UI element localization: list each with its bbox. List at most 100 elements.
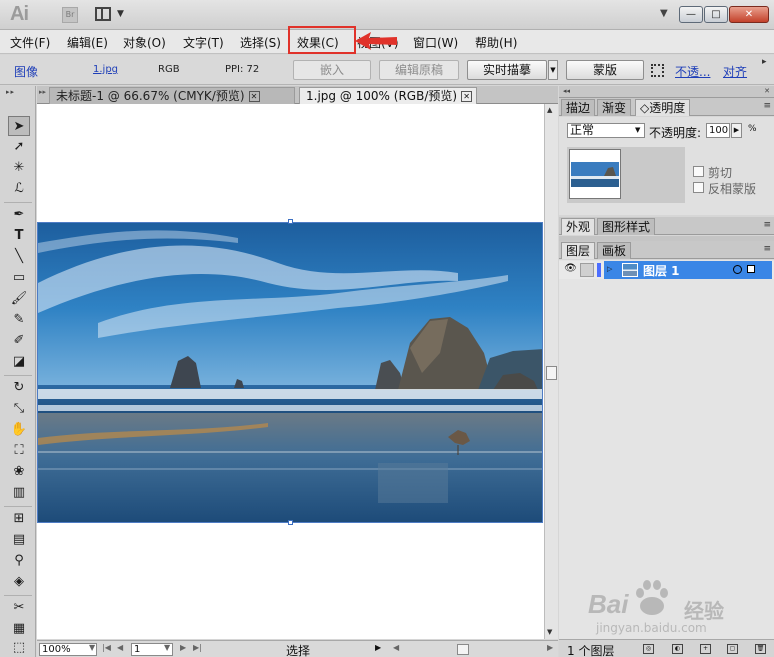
selection-tool-icon[interactable]: ➤ xyxy=(8,116,30,136)
opacity-stepper-icon[interactable]: ▶ xyxy=(731,123,742,138)
tab-stroke[interactable]: 描边 xyxy=(561,99,596,116)
mask-button[interactable]: 蒙版 xyxy=(566,60,644,80)
blob-brush-tool-icon[interactable]: ✐ xyxy=(8,331,30,351)
tab-layers[interactable]: 图层 xyxy=(561,242,596,259)
layer-name[interactable]: 图层 1 xyxy=(643,262,680,279)
maximize-button[interactable]: □ xyxy=(704,6,728,23)
tab-artboards[interactable]: 画板 xyxy=(597,242,632,259)
scroll-left-icon[interactable]: ◀ xyxy=(393,643,399,652)
first-artboard-icon[interactable]: |◀ xyxy=(102,643,111,652)
free-transform-tool-icon[interactable]: ⛶ xyxy=(8,441,30,461)
opacity-link[interactable]: 不透... xyxy=(675,63,710,80)
lock-toggle[interactable] xyxy=(580,263,594,277)
opacity-input[interactable]: 100 xyxy=(706,123,730,138)
invert-mask-checkbox[interactable] xyxy=(693,182,704,193)
menu-object[interactable]: 对象(O) xyxy=(123,34,166,51)
tab-appearance[interactable]: 外观 xyxy=(561,218,596,235)
align-link[interactable]: 对齐 xyxy=(723,63,747,80)
scroll-up-icon[interactable]: ▲ xyxy=(547,106,552,114)
object-thumbnail[interactable] xyxy=(569,149,621,199)
eyedropper-tool-icon[interactable]: ⚲ xyxy=(8,551,30,571)
rotate-tool-icon[interactable]: ↻ xyxy=(8,378,30,398)
clip-checkbox[interactable] xyxy=(693,166,704,177)
workspace-switcher-button[interactable]: ▼ xyxy=(95,7,125,23)
menu-edit[interactable]: 编辑(E) xyxy=(67,34,108,51)
menu-type[interactable]: 文字(T) xyxy=(183,34,224,51)
tab-close-icon[interactable]: ✕ xyxy=(461,91,473,102)
line-tool-icon[interactable]: ╲ xyxy=(8,247,30,267)
tab-graphic-styles[interactable]: 图形样式 xyxy=(597,218,656,235)
live-trace-dropdown-icon[interactable]: ▼ xyxy=(548,60,558,80)
pen-tool-icon[interactable]: ✒ xyxy=(8,205,30,225)
direct-selection-tool-icon[interactable]: ➚ xyxy=(8,137,30,157)
last-artboard-icon[interactable]: ▶| xyxy=(193,643,202,652)
artboard-dropdown-icon[interactable]: ▼ xyxy=(164,643,170,652)
status-menu-icon[interactable]: ▶ xyxy=(375,643,381,652)
live-trace-button[interactable]: 实时描摹 xyxy=(467,60,547,80)
make-clipping-mask-icon[interactable]: ◐ xyxy=(672,644,683,654)
bounding-box-handle[interactable] xyxy=(288,219,293,224)
vertical-scrollbar[interactable]: ▲ ▼ xyxy=(544,104,558,639)
bridge-button[interactable]: Br xyxy=(62,7,78,23)
gradient-tool-icon[interactable]: ▤ xyxy=(8,530,30,550)
paintbrush-tool-icon[interactable]: 🖌 xyxy=(8,289,30,309)
new-layer-icon[interactable]: ▢ xyxy=(727,644,738,654)
edit-original-button[interactable]: 编辑原稿 xyxy=(379,60,459,80)
mesh-tool-icon[interactable]: ⊞ xyxy=(8,509,30,529)
collapse-panels-icon[interactable]: ◂◂ xyxy=(563,87,570,95)
control-menu-icon[interactable]: ▸ xyxy=(762,57,767,67)
chevron-down-icon[interactable]: ▼ xyxy=(635,126,640,134)
bounding-box-handle[interactable] xyxy=(288,520,293,525)
eraser-tool-icon[interactable]: ◪ xyxy=(8,352,30,372)
pencil-tool-icon[interactable]: ✎ xyxy=(8,310,30,330)
horizontal-scroll-thumb[interactable] xyxy=(457,644,469,655)
tab-1jpg-document[interactable]: 1.jpg @ 100% (RGB/预览) ✕ xyxy=(299,87,477,104)
target-circle-icon[interactable] xyxy=(733,265,742,274)
tab-untitled-document[interactable]: 未标题-1 @ 66.67% (CMYK/预览) ✕ xyxy=(49,87,295,104)
scroll-thumb[interactable] xyxy=(546,366,557,380)
placed-beach-image[interactable] xyxy=(37,222,543,523)
slice-tool-icon[interactable]: ✂ xyxy=(8,598,30,618)
minimize-button[interactable]: — xyxy=(679,6,703,23)
panel-menu-icon[interactable]: ≡ xyxy=(763,220,771,230)
tab-gradient[interactable]: 渐变 xyxy=(597,99,632,116)
zoom-dropdown-icon[interactable]: ▼ xyxy=(89,643,95,652)
rectangle-tool-icon[interactable]: ▭ xyxy=(8,268,30,288)
magic-wand-tool-icon[interactable]: ✳ xyxy=(8,158,30,178)
symbol-sprayer-tool-icon[interactable]: ❀ xyxy=(8,462,30,482)
column-graph-tool-icon[interactable]: ▥ xyxy=(8,483,30,503)
delete-layer-icon[interactable]: 🗑 xyxy=(755,644,766,654)
eye-icon[interactable]: 👁 xyxy=(563,263,578,277)
locate-object-icon[interactable]: ◎ xyxy=(643,644,654,654)
prev-artboard-icon[interactable]: ◀ xyxy=(117,643,123,652)
menu-help[interactable]: 帮助(H) xyxy=(475,34,517,51)
object-type-link[interactable]: 图像 xyxy=(14,63,38,80)
next-artboard-icon[interactable]: ▶ xyxy=(180,643,186,652)
panel-menu-icon[interactable]: ≡ xyxy=(763,244,771,254)
bounding-box-icon[interactable] xyxy=(651,64,664,77)
menu-select[interactable]: 选择(S) xyxy=(240,34,281,51)
selection-indicator-icon[interactable] xyxy=(747,265,755,273)
bar-graph-tool-icon[interactable]: ▦ xyxy=(8,619,30,639)
tab-transparency[interactable]: ◇透明度 xyxy=(635,99,691,116)
filename-link[interactable]: 1.jpg xyxy=(93,64,118,75)
scroll-right-icon[interactable]: ▶ xyxy=(547,643,553,652)
blend-tool-icon[interactable]: ◈ xyxy=(8,572,30,592)
menu-window[interactable]: 窗口(W) xyxy=(413,34,458,51)
scale-tool-icon[interactable]: ⤡ xyxy=(8,399,30,419)
close-button[interactable]: ✕ xyxy=(729,6,769,23)
new-sublayer-icon[interactable]: + xyxy=(700,644,711,654)
expand-triangle-icon[interactable]: ▷ xyxy=(607,265,612,273)
panel-grip-icon[interactable]: ▸▸ xyxy=(6,88,15,96)
artboard-tool-icon[interactable]: ⬚ xyxy=(8,638,30,657)
workspace-dropdown-icon[interactable]: ▼ xyxy=(660,8,668,19)
embed-button[interactable]: 嵌入 xyxy=(293,60,371,80)
panel-menu-icon[interactable]: ≡ xyxy=(763,101,771,111)
layer-row[interactable]: 👁 ▷ 图层 1 xyxy=(559,261,774,279)
warp-tool-icon[interactable]: ✋ xyxy=(8,420,30,440)
type-tool-icon[interactable]: T xyxy=(8,226,30,246)
menu-file[interactable]: 文件(F) xyxy=(10,34,50,51)
tab-close-icon[interactable]: ✕ xyxy=(248,91,260,102)
close-panels-icon[interactable]: ✕ xyxy=(764,87,770,95)
lasso-tool-icon[interactable]: ℒ xyxy=(8,179,30,199)
